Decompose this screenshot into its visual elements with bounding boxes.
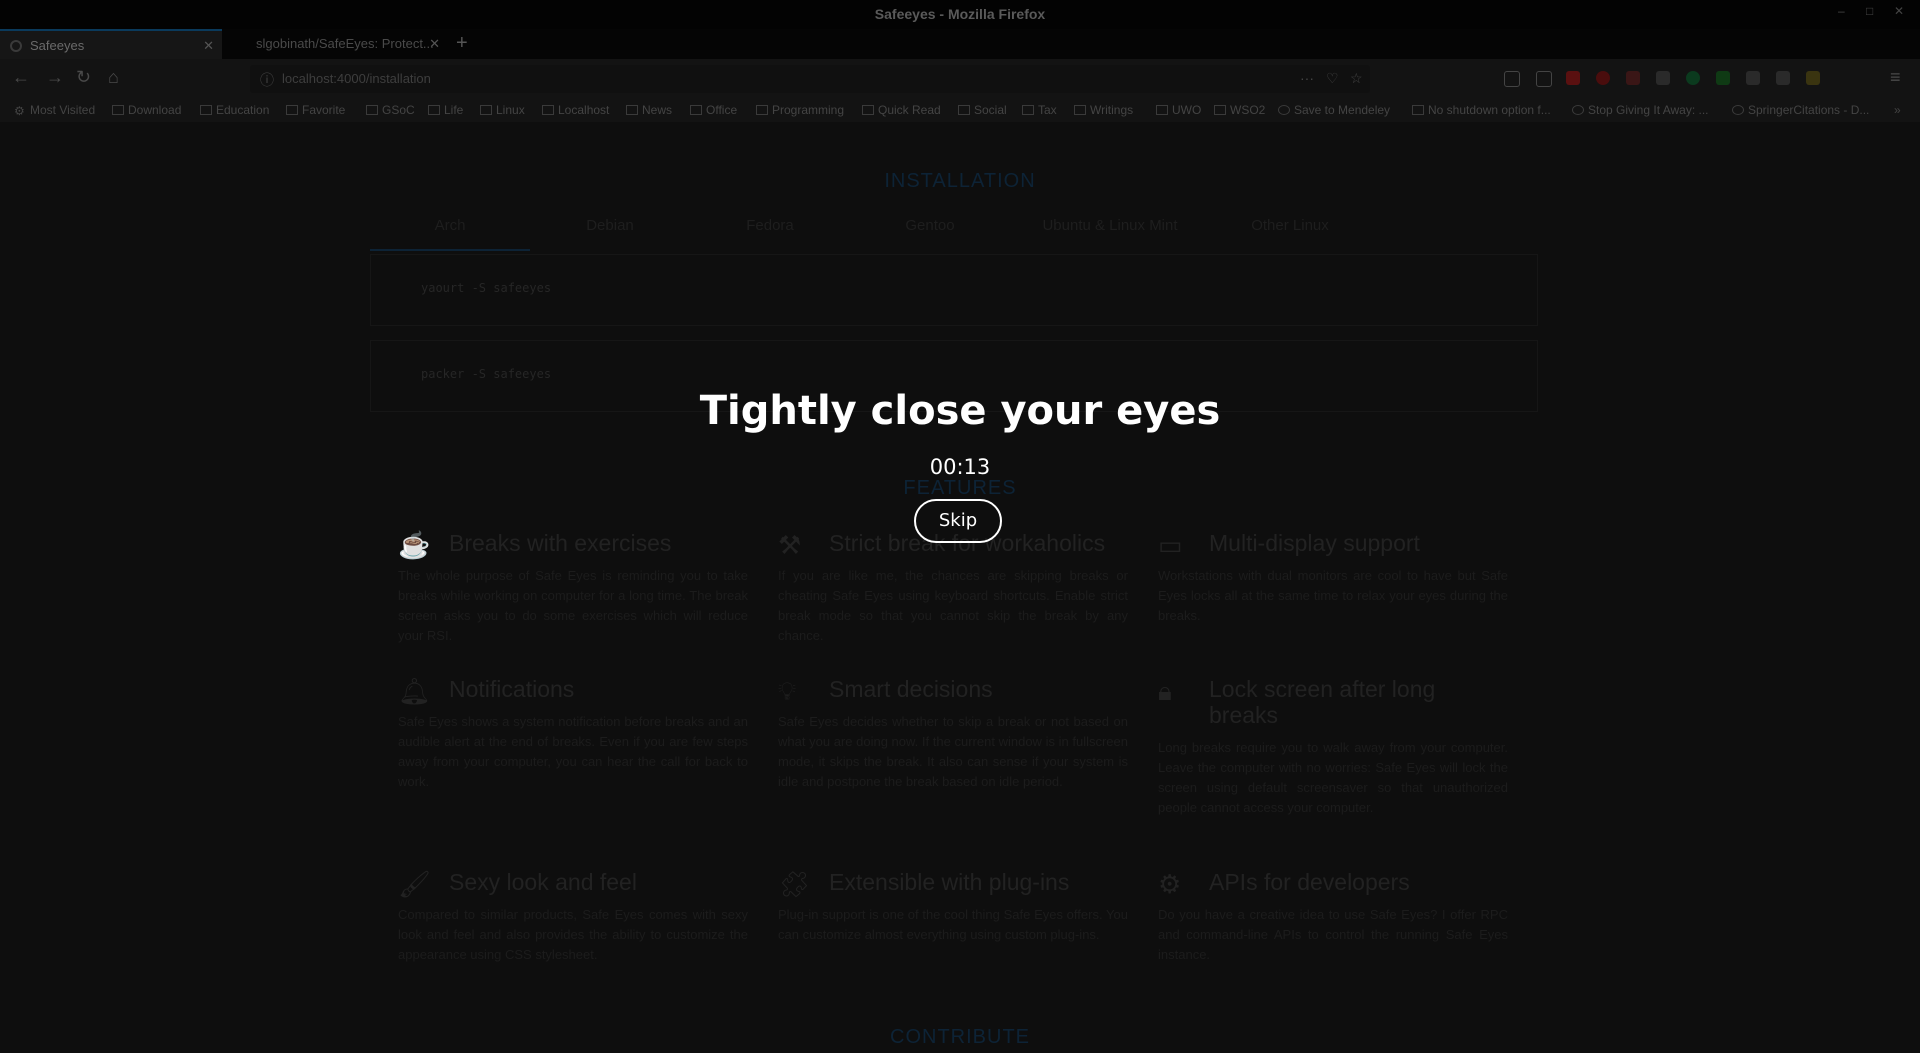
break-overlay: Tightly close your eyes 00:13 Skip: [0, 0, 1920, 1053]
skip-button[interactable]: Skip: [914, 499, 1002, 543]
break-countdown: 00:13: [929, 455, 991, 479]
break-title: Tightly close your eyes: [699, 388, 1221, 434]
